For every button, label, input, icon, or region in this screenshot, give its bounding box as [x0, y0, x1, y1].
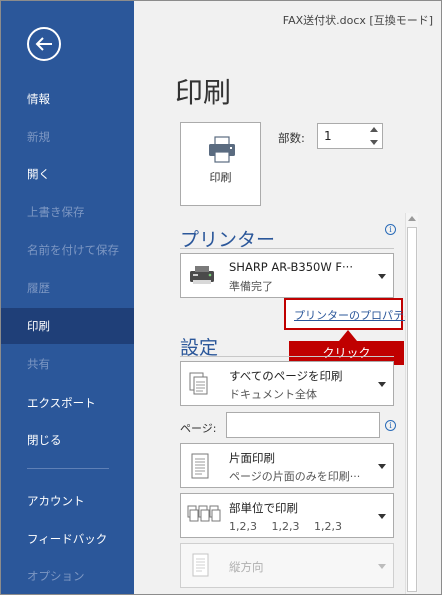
orientation-title: 縦方向	[229, 560, 264, 574]
printer-name: SHARP AR-B350W F···	[229, 260, 353, 274]
printer-icon	[209, 136, 235, 163]
pages-label: ページ:	[180, 422, 217, 435]
sidebar-item-options: オプション	[27, 569, 85, 583]
copies-down-arrow-icon[interactable]	[370, 140, 378, 145]
sidebar-item-history: 履歴	[27, 281, 50, 295]
copies-value: 1	[324, 129, 332, 143]
copies-stepper[interactable]: 1	[317, 123, 383, 149]
callout-pointer	[339, 330, 357, 341]
scroll-up-arrow-icon[interactable]	[408, 216, 416, 221]
printer-info-icon[interactable]: i	[385, 224, 396, 235]
printer-section-divider	[180, 248, 394, 249]
sidebar-item-feedback[interactable]: フィードバック	[1, 521, 134, 557]
sidebar-item-save: 上書き保存	[27, 205, 85, 219]
collation-title: 部単位で印刷	[229, 501, 298, 515]
printer-properties-highlight: プリンターのプロパティ	[284, 298, 414, 330]
document-title: FAX送付状.docx [互換モード]	[282, 14, 433, 27]
sidebar-item-info[interactable]: 情報	[1, 81, 134, 117]
chevron-down-icon	[378, 274, 386, 279]
sidebar-item-close[interactable]: 閉じる	[1, 422, 134, 458]
chevron-down-icon	[378, 382, 386, 387]
chevron-down-icon	[378, 464, 386, 469]
pages-info-icon[interactable]: i	[385, 420, 396, 431]
portrait-icon	[192, 553, 209, 577]
sidebar-item-account[interactable]: アカウント	[1, 483, 134, 519]
printer-properties-link[interactable]: プリンターのプロパティ	[294, 307, 414, 323]
collation-dropdown[interactable]: 部単位で印刷 1,2,3 1,2,3 1,2,3	[180, 493, 394, 538]
pages-icon	[189, 372, 208, 395]
print-button[interactable]: 印刷	[180, 122, 261, 206]
sidebar-divider	[27, 468, 109, 469]
settings-section-divider	[180, 356, 394, 357]
back-button[interactable]	[27, 27, 61, 61]
backstage-window: 情報 新規 開く 上書き保存 名前を付けて保存 履歴 印刷 共有 エクスポート …	[0, 0, 442, 595]
scrollbar-thumb[interactable]	[407, 227, 417, 592]
backstage-sidebar: 情報 新規 開く 上書き保存 名前を付けて保存 履歴 印刷 共有 エクスポート …	[1, 1, 134, 594]
printer-dropdown[interactable]: SHARP AR-B350W F··· 準備完了	[180, 253, 394, 298]
chevron-down-icon	[378, 564, 386, 569]
back-arrow-icon	[35, 37, 52, 51]
sides-subtitle: ページの片面のみを印刷···	[229, 470, 361, 483]
collation-subtitle: 1,2,3 1,2,3 1,2,3	[229, 520, 342, 533]
sidebar-item-export[interactable]: エクスポート	[1, 385, 134, 421]
sidebar-item-new: 新規	[27, 130, 50, 144]
pages-input[interactable]	[226, 412, 380, 438]
printer-status: 準備完了	[229, 280, 273, 293]
printer-device-icon	[190, 266, 214, 284]
sidebar-item-share: 共有	[27, 357, 50, 371]
page-title: 印刷	[175, 76, 232, 109]
collate-icon	[187, 505, 221, 522]
print-range-subtitle: ドキュメント全体	[229, 388, 317, 401]
chevron-down-icon	[378, 514, 386, 519]
sidebar-item-print[interactable]: 印刷	[1, 308, 134, 344]
print-pane: FAX送付状.docx [互換モード] 印刷 印刷 部数: 1 プリンター i	[134, 1, 441, 594]
copies-up-arrow-icon[interactable]	[370, 127, 378, 132]
orientation-dropdown[interactable]: 縦方向	[180, 543, 394, 588]
sidebar-item-open[interactable]: 開く	[1, 156, 134, 192]
copies-label: 部数:	[278, 131, 305, 145]
settings-scrollbar[interactable]	[405, 213, 418, 594]
sidebar-item-save-as: 名前を付けて保存	[27, 243, 119, 257]
print-button-label: 印刷	[209, 171, 232, 184]
sides-dropdown[interactable]: 片面印刷 ページの片面のみを印刷···	[180, 443, 394, 488]
single-sided-icon	[191, 453, 209, 479]
print-range-dropdown[interactable]: すべてのページを印刷 ドキュメント全体	[180, 361, 394, 406]
sides-title: 片面印刷	[229, 451, 275, 465]
print-range-title: すべてのページを印刷	[229, 369, 343, 383]
